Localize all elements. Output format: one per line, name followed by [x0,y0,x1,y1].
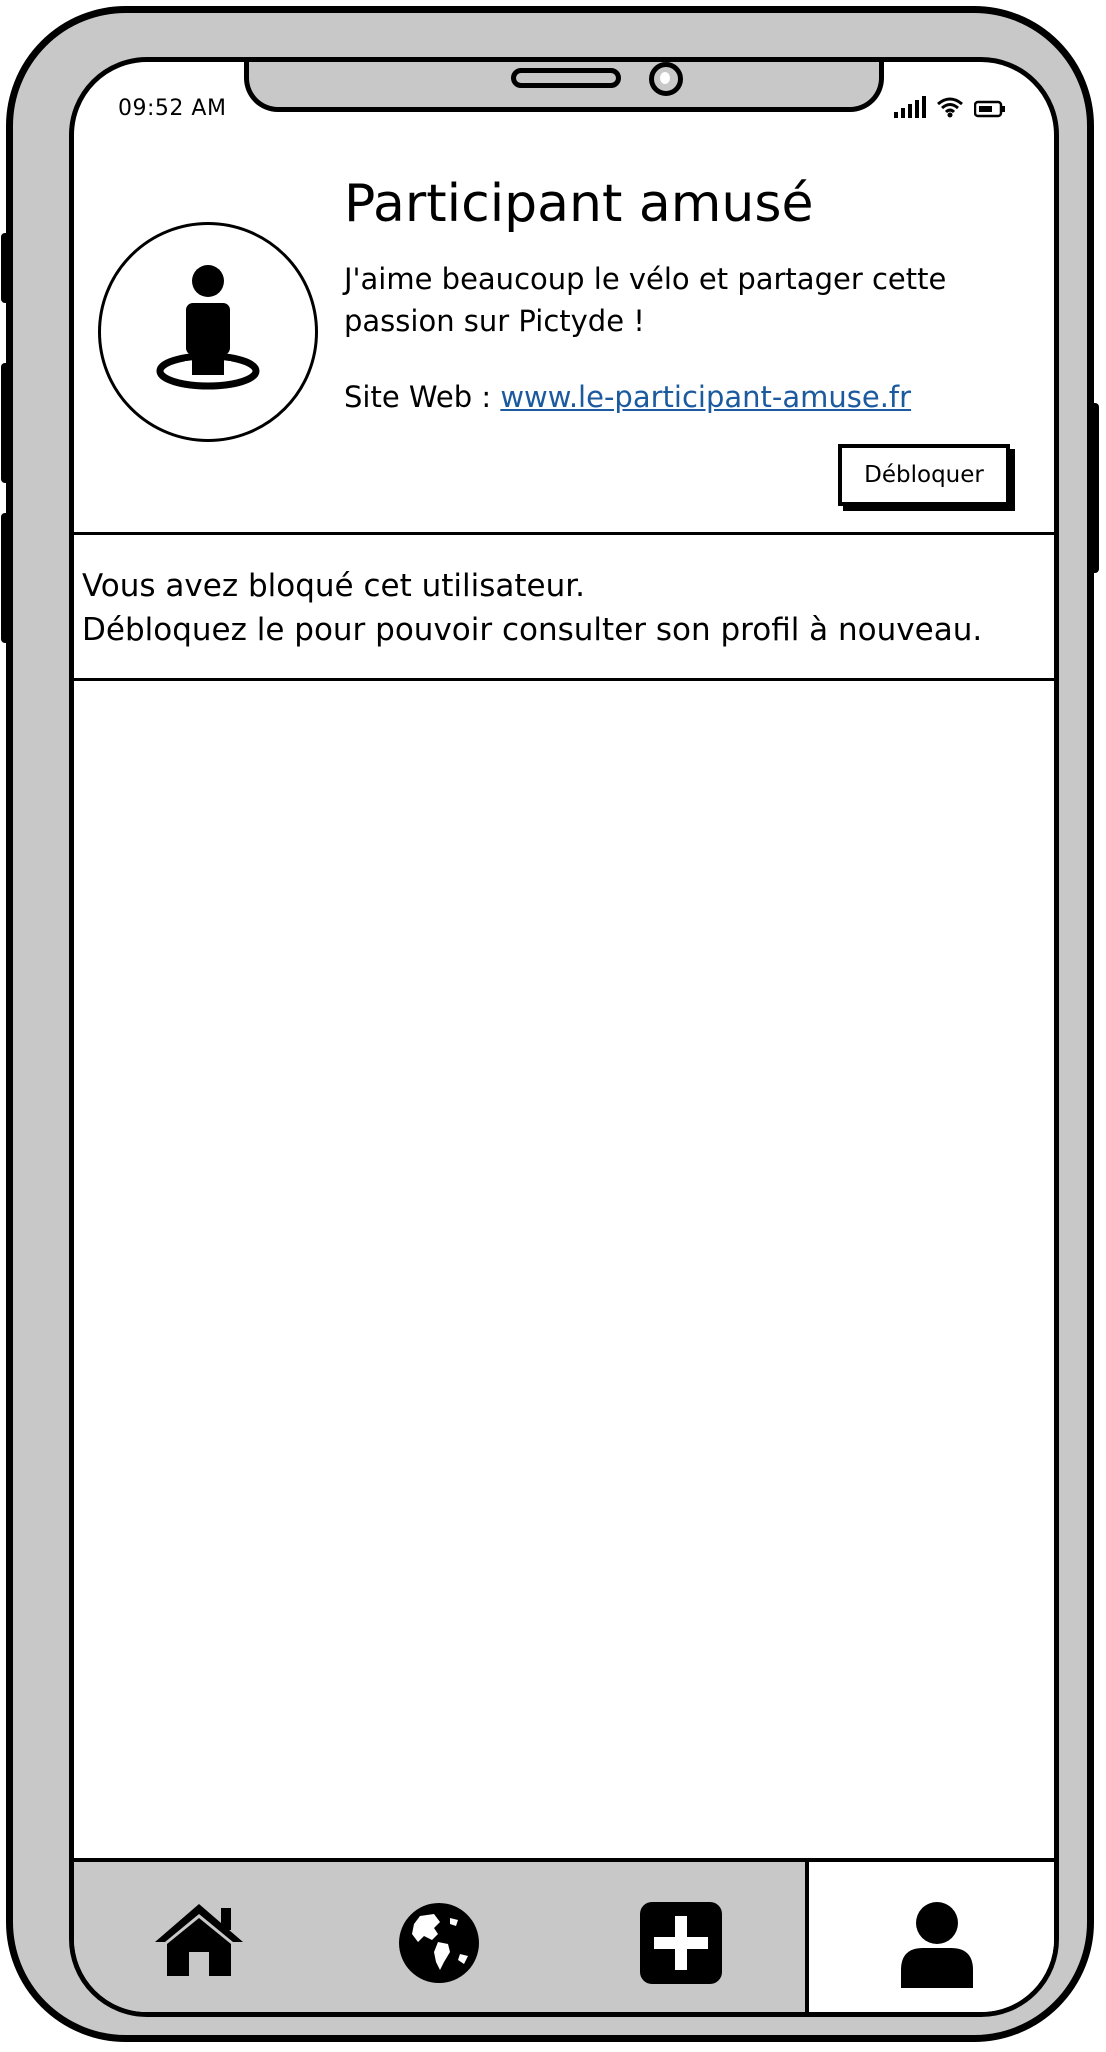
notch [244,62,884,112]
blocked-notice: Vous avez bloqué cet utilisateur. Débloq… [82,564,982,652]
tab-add[interactable] [596,1862,766,2012]
signal-icon [894,96,926,118]
profile-name: Participant amusé [344,174,814,234]
plus-square-icon [640,1902,722,1984]
bio-line: J'aime beaucoup le vélo et partager cett… [344,262,947,296]
blocked-notice-line: Vous avez bloqué cet utilisateur. [82,568,586,604]
side-button [1,233,11,303]
tab-bar [74,1858,1054,2012]
tab-home[interactable] [114,1862,284,2012]
status-icons [894,92,1006,118]
volume-down-button [1,513,11,643]
globe-icon [399,1903,479,1983]
website-row: Site Web : www.le-participant-amuse.fr [344,376,911,418]
unblock-button[interactable]: Débloquer [838,444,1010,506]
wifi-icon [936,96,964,118]
status-time: 09:52 AM [118,96,227,121]
blocked-notice-line: Débloquez le pour pouvoir consulter son … [82,612,983,648]
volume-up-button [1,363,11,483]
avatar [98,222,318,442]
speaker [511,68,621,88]
user-icon [900,1902,973,1988]
power-button [1089,403,1099,573]
website-link[interactable]: www.le-participant-amuse.fr [500,380,911,414]
profile-bio: J'aime beaucoup le vélo et partager cett… [344,258,1034,342]
bio-line: passion sur Pictyde ! [344,304,645,338]
tab-explore[interactable] [354,1862,524,2012]
phone-frame: 09:52 AM Participant amusé J'aime beauco… [1,6,1099,2042]
camera [649,62,683,96]
battery-icon [974,100,1006,118]
website-label: Site Web : [344,380,492,414]
tab-profile[interactable] [805,1858,1054,2012]
user-location-icon [156,265,260,390]
home-icon [155,1904,243,1976]
divider [74,678,1054,681]
phone-screen: 09:52 AM Participant amusé J'aime beauco… [69,57,1059,2017]
divider [74,532,1054,535]
